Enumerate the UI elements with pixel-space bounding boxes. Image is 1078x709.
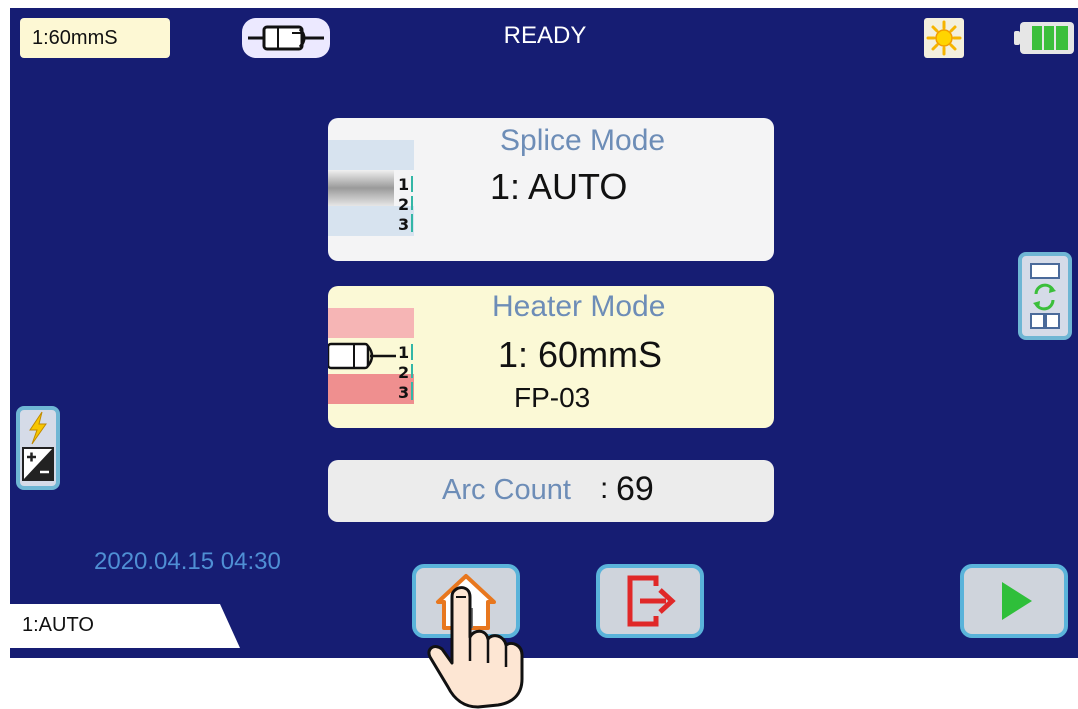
arc-count-separator: : [600,472,609,505]
heater-sleeve-value: FP-03 [514,382,591,413]
status-text: READY [503,22,587,49]
layout-toggle-button[interactable] [1018,252,1072,340]
splice-mode-tab-label: 1:AUTO [22,614,94,636]
date-time: 2020.04.15 04:30 [94,548,281,575]
splice-mode-card[interactable]: 1 2 3 Splice Mode 1: AUTO [328,118,774,261]
splice-mode-tab[interactable]: 1:AUTO [10,604,240,648]
pointing-hand-icon [427,586,524,709]
brightness-button[interactable] [924,18,964,58]
start-button[interactable] [960,564,1068,638]
splice-digit-1: 1 [398,175,409,194]
heater-mode-title: Heater Mode [492,290,666,323]
splice-mode-value: 1: AUTO [490,166,628,207]
splicer-screen: 1:60mmS READY 1 2 3 Splice Mode 1: AUTO … [10,8,1078,658]
brightness-icon [926,20,962,56]
heater-digit-3: 3 [398,383,409,402]
layout-toggle-icon [1030,263,1060,329]
splice-digit-2: 2 [398,195,409,214]
heater-mode-value: 1: 60mmS [498,334,663,375]
heater-digit-2: 2 [398,363,409,382]
start-icon [1002,582,1032,620]
heater-digit-1: 1 [398,343,409,362]
heater-mode-icon: 1 2 3 [328,308,414,404]
splice-digit-3: 3 [398,215,409,234]
arc-calibration-icon [22,411,54,481]
arc-count-panel: Arc Count : 69 [328,460,774,522]
arc-calibration-button[interactable] [16,406,60,490]
exit-icon [627,575,676,627]
top-bar: 1:60mmS READY [10,8,1078,68]
battery-icon [1014,22,1074,54]
arc-count-label: Arc Count [442,474,571,506]
splice-mode-icon: 1 2 3 [328,140,414,236]
heater-mode-card[interactable]: 1 2 3 Heater Mode 1: 60mmS FP-03 [328,286,774,428]
arc-count-value: 69 [616,470,654,508]
splice-mode-title: Splice Mode [500,124,666,157]
exit-button[interactable] [596,564,704,638]
